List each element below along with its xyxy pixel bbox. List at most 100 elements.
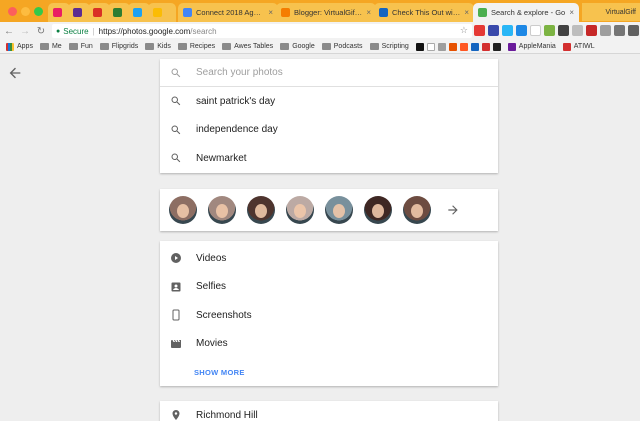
bookmark-item[interactable]: Me: [39, 43, 62, 50]
extension-icon[interactable]: [544, 25, 555, 36]
extension-icon[interactable]: [516, 25, 527, 36]
bookmark-item[interactable]: Google: [280, 43, 315, 50]
show-more-button[interactable]: SHOW MORE: [160, 358, 498, 386]
tab-favicon-icon: [53, 8, 62, 17]
tab-close-icon[interactable]: ×: [366, 8, 371, 17]
bookmark-item[interactable]: AppleMania: [507, 42, 556, 51]
suggestion-label: saint patrick's day: [196, 95, 276, 107]
person-avatar[interactable]: [169, 196, 197, 224]
browser-tab[interactable]: Search & explore - Go ×: [473, 3, 579, 22]
place-pin-icon: [172, 410, 180, 421]
search-icon: [171, 68, 181, 77]
bookmark-item[interactable]: Podcasts: [321, 43, 363, 50]
person-avatar[interactable]: [208, 196, 236, 224]
site-favicon-icon[interactable]: [459, 42, 468, 51]
tab-strip: Connect 2018 Agenda × Blogger: VirtualGiff…: [0, 0, 640, 22]
bookmark-item[interactable]: Flipgrids: [99, 43, 138, 50]
search-suggestion[interactable]: independence day: [160, 116, 498, 145]
search-box[interactable]: [160, 59, 498, 87]
tab-close-icon[interactable]: ×: [464, 8, 469, 17]
folder-icon: [280, 43, 290, 50]
search-icon: [171, 125, 181, 134]
reload-icon[interactable]: ↻: [34, 24, 48, 38]
tab-close-icon[interactable]: ×: [569, 8, 574, 17]
extension-icon[interactable]: [558, 25, 569, 36]
address-separator: |: [92, 26, 95, 36]
site-favicon-icon[interactable]: [437, 42, 446, 51]
bookmark-label: AppleMania: [518, 43, 556, 50]
bookmark-item[interactable]: Fun: [68, 43, 93, 50]
browser-tab[interactable]: Blogger: VirtualGiff.com×: [276, 3, 376, 22]
people-row: [160, 189, 498, 231]
tab-favicon-icon: [153, 8, 162, 17]
extension-icon[interactable]: [530, 25, 541, 36]
back-nav-icon[interactable]: ←: [2, 24, 16, 38]
play-circle-icon: [171, 253, 181, 264]
category-item[interactable]: Videos: [160, 244, 498, 273]
search-card: saint patrick's day independence day Newma…: [160, 59, 498, 173]
category-item[interactable]: Selfies: [160, 273, 498, 302]
extension-icon[interactable]: [488, 25, 499, 36]
bookmark-item[interactable]: Apps: [6, 42, 33, 51]
bookmark-icons-group: [415, 42, 501, 51]
site-favicon-icon[interactable]: [481, 42, 490, 51]
bookmark-label: Recipes: [189, 43, 216, 50]
browser-tab[interactable]: Connect 2018 Agenda ×: [178, 3, 278, 22]
profile-badge[interactable]: VirtualGiff: [582, 3, 640, 21]
browser-tab[interactable]: [48, 3, 70, 22]
extension-icon[interactable]: [614, 25, 625, 36]
extension-icon[interactable]: [586, 25, 597, 36]
url-path: /search: [190, 26, 217, 36]
folder-icon: [177, 43, 187, 50]
search-input[interactable]: [196, 67, 476, 78]
bookmark-star-icon[interactable]: ☆: [460, 25, 468, 36]
site-favicon-icon[interactable]: [492, 42, 501, 51]
person-avatar[interactable]: [247, 196, 275, 224]
browser-tab[interactable]: [68, 3, 90, 22]
extension-icon[interactable]: [474, 25, 485, 36]
bookmark-item[interactable]: Recipes: [177, 43, 216, 50]
extension-icon[interactable]: [502, 25, 513, 36]
site-favicon-icon[interactable]: [426, 42, 435, 51]
forward-nav-icon[interactable]: →: [18, 24, 32, 38]
zoom-window-button[interactable]: [34, 7, 43, 16]
tab-favicon-icon: [478, 8, 487, 17]
address-bar[interactable]: ● Secure | https://photos.google.com/sea…: [52, 24, 472, 38]
tab-close-icon[interactable]: ×: [268, 8, 273, 17]
close-window-button[interactable]: [8, 7, 17, 16]
arrow-right-icon[interactable]: [446, 203, 460, 217]
bookmark-label: Fun: [80, 43, 93, 50]
browser-tab[interactable]: [108, 3, 130, 22]
browser-tab[interactable]: [128, 3, 150, 22]
extension-icon[interactable]: [572, 25, 583, 36]
browser-tab[interactable]: [88, 3, 110, 22]
browser-tab[interactable]: [148, 3, 176, 22]
search-icon: [171, 96, 181, 106]
category-item[interactable]: Movies: [160, 330, 498, 359]
bookmark-item[interactable]: ATIWL: [562, 42, 595, 51]
search-suggestion[interactable]: saint patrick's day: [160, 87, 498, 116]
search-suggestion[interactable]: Newmarket: [160, 144, 498, 173]
minimize-window-button[interactable]: [21, 7, 30, 16]
site-favicon-icon[interactable]: [448, 42, 457, 51]
person-avatar[interactable]: [403, 196, 431, 224]
browser-tab[interactable]: Check This Out with K ×: [374, 3, 474, 22]
site-favicon-icon[interactable]: [470, 42, 479, 51]
category-item[interactable]: Screenshots: [160, 301, 498, 330]
person-avatar[interactable]: [364, 196, 392, 224]
place-item[interactable]: Richmond Hill: [160, 401, 498, 421]
tab-favicon-icon: [113, 8, 122, 17]
tab-title: Check This Out with K: [392, 8, 461, 17]
site-favicon-icon[interactable]: [415, 42, 424, 51]
person-avatar[interactable]: [325, 196, 353, 224]
bookmark-label: Podcasts: [333, 43, 363, 50]
tab-favicon-icon: [133, 8, 142, 17]
back-arrow-icon[interactable]: [7, 65, 23, 81]
bookmark-item[interactable]: Awes Tables: [222, 43, 273, 50]
person-avatar[interactable]: [286, 196, 314, 224]
bookmark-item[interactable]: Scripting: [369, 43, 409, 50]
folder-icon: [39, 43, 49, 50]
extension-icon[interactable]: [628, 25, 639, 36]
bookmark-item[interactable]: Kids: [145, 43, 171, 50]
extension-icon[interactable]: [600, 25, 611, 36]
